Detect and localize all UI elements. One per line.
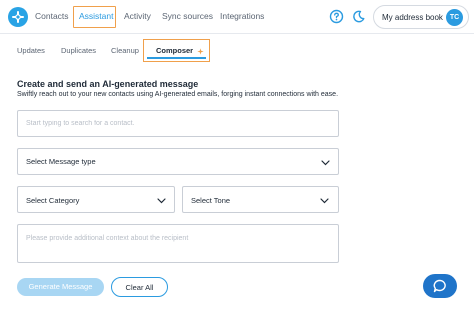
tone-select[interactable]: Select Tone xyxy=(182,186,339,213)
nav-activity[interactable]: Activity xyxy=(124,11,151,21)
contact-search-input[interactable] xyxy=(18,111,338,136)
moon-icon[interactable] xyxy=(351,9,366,24)
message-type-select[interactable]: Select Message type xyxy=(17,148,339,175)
chevron-down-icon xyxy=(321,160,330,166)
app-logo-icon[interactable] xyxy=(8,7,28,27)
address-book-label: My address book xyxy=(382,13,443,22)
chevron-down-icon xyxy=(157,198,166,204)
tab-cleanup[interactable]: Cleanup xyxy=(111,46,139,55)
address-book-selector[interactable]: My address book TC xyxy=(373,5,469,29)
page-title: Create and send an AI-generated message xyxy=(17,79,199,89)
nav-integrations[interactable]: Integrations xyxy=(220,11,264,21)
nav-assistant-highlight xyxy=(73,6,116,28)
sparkle-icon xyxy=(197,47,204,55)
chat-button[interactable] xyxy=(423,274,457,298)
recipient-context-field xyxy=(17,224,339,263)
nav-sync-sources[interactable]: Sync sources xyxy=(162,11,213,21)
category-label: Select Category xyxy=(26,196,80,205)
tab-composer[interactable]: Composer xyxy=(156,46,204,55)
tab-composer-label: Composer xyxy=(156,46,194,55)
top-navigation-bar: Contacts Assistant Activity Sync sources… xyxy=(0,0,474,34)
generate-message-button[interactable]: Generate Message xyxy=(17,278,104,296)
recipient-context-input[interactable] xyxy=(18,225,338,262)
category-select[interactable]: Select Category xyxy=(17,186,175,213)
chat-bubble-icon xyxy=(433,279,446,293)
tone-label: Select Tone xyxy=(191,196,231,205)
clear-all-button[interactable]: Clear All xyxy=(111,277,168,297)
message-type-label: Select Message type xyxy=(26,157,96,166)
nav-contacts[interactable]: Contacts xyxy=(35,11,69,21)
avatar[interactable]: TC xyxy=(446,9,463,26)
contact-search-field xyxy=(17,110,339,137)
help-circle-icon[interactable] xyxy=(329,9,344,24)
tab-composer-underline xyxy=(147,57,206,59)
chevron-down-icon xyxy=(320,198,329,204)
tab-duplicates[interactable]: Duplicates xyxy=(61,46,96,55)
page-subtitle: Swiftly reach out to your new contacts u… xyxy=(17,91,339,98)
tab-updates[interactable]: Updates xyxy=(17,46,45,55)
